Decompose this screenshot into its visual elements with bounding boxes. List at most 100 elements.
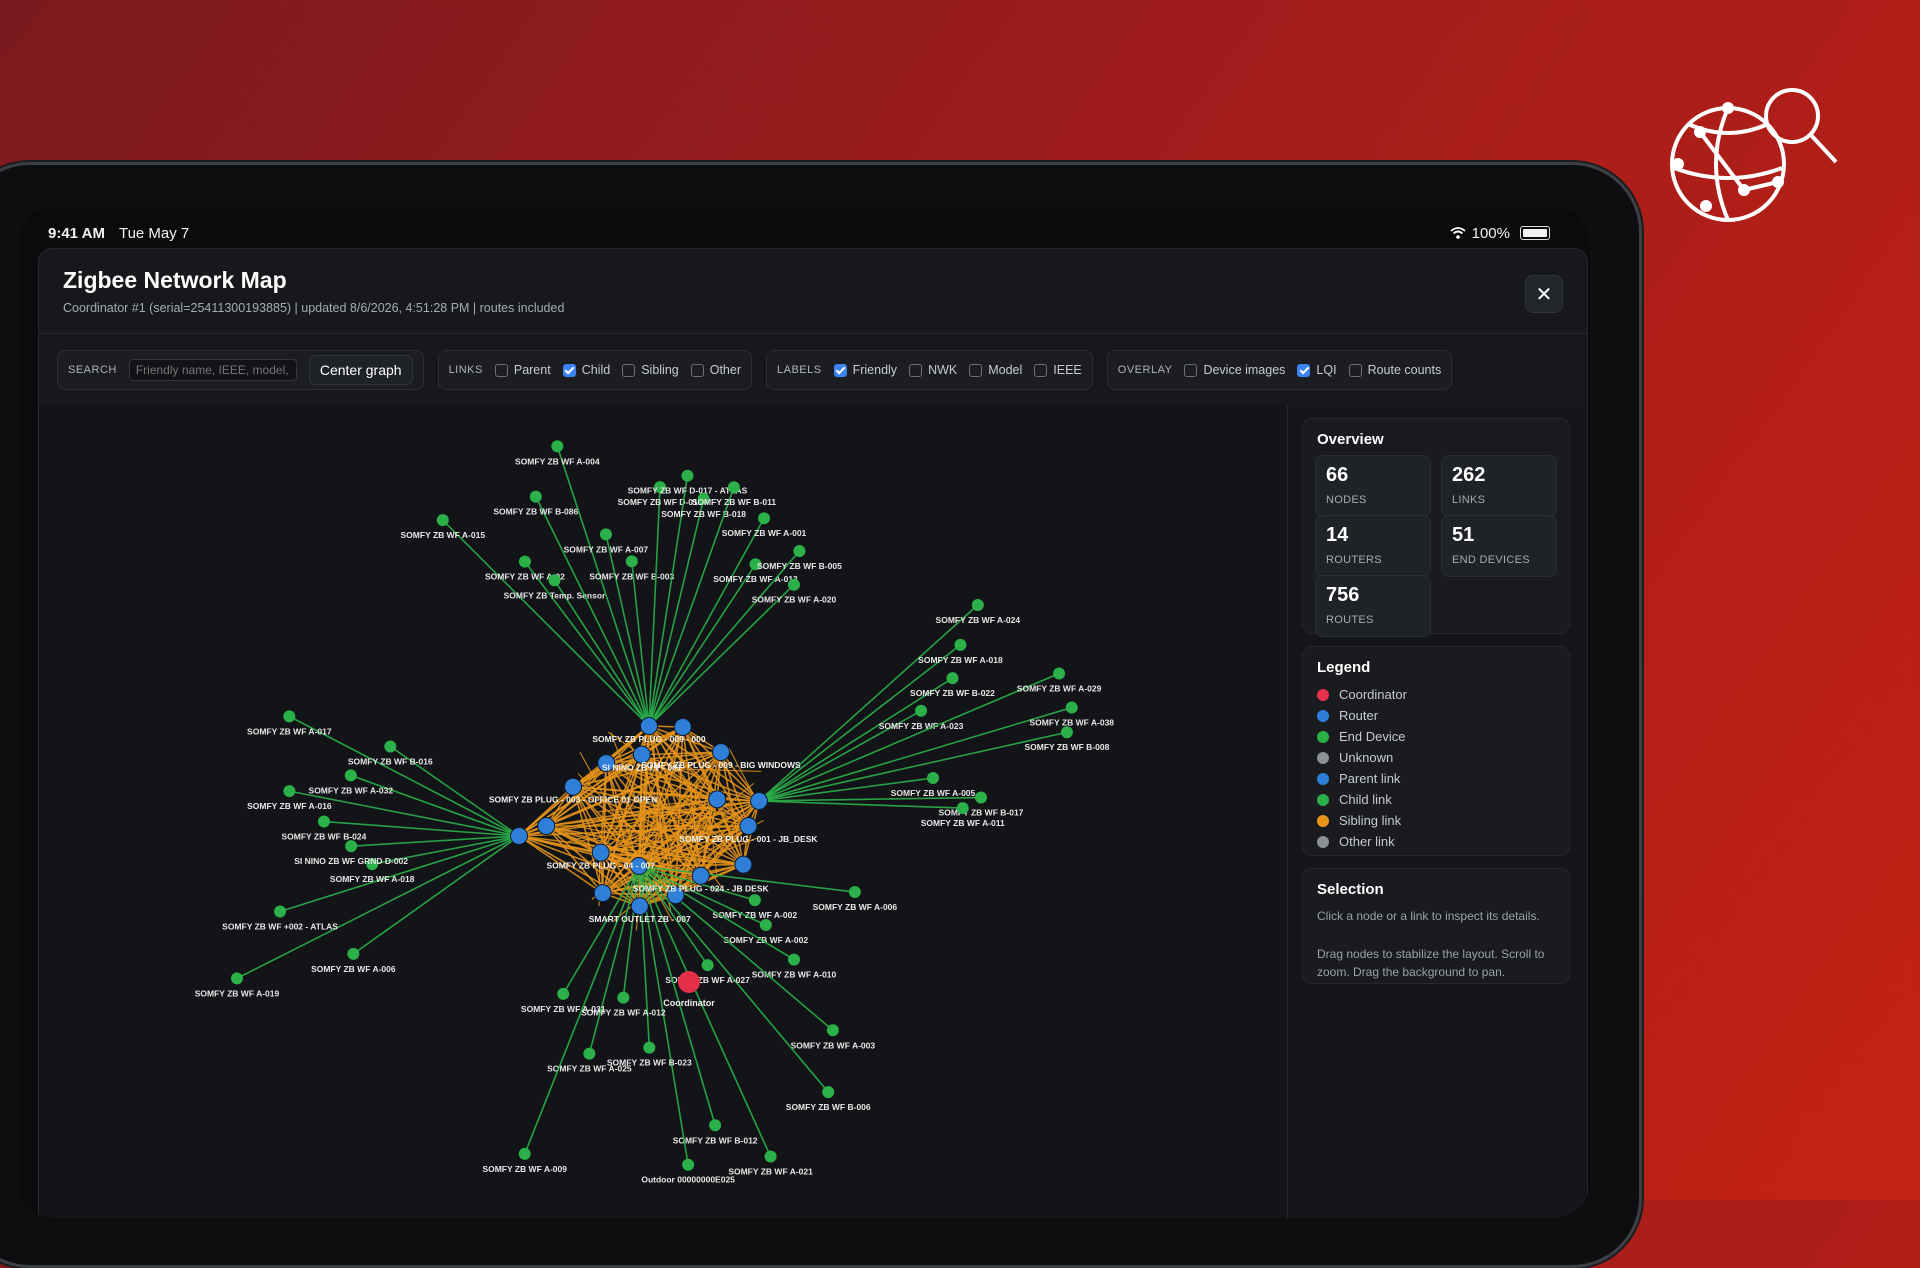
node-label[interactable]: SOMFY ZB WF A-006 [311, 964, 396, 974]
router-node[interactable] [692, 867, 709, 884]
end-device-node[interactable] [1061, 726, 1073, 738]
end-device-node[interactable] [681, 470, 693, 482]
end-device-node[interactable] [975, 792, 987, 804]
node-label[interactable]: SOMFY ZB WF A-011 [921, 818, 1005, 828]
end-device-node[interactable] [384, 740, 396, 752]
end-device-node[interactable] [231, 972, 243, 984]
other-link-checkbox[interactable]: Other [691, 363, 741, 377]
end-device-node[interactable] [682, 1159, 694, 1171]
router-node[interactable] [709, 791, 726, 808]
end-device-node[interactable] [927, 772, 939, 784]
node-label[interactable]: SOMFY ZB WF A-015 [401, 530, 486, 540]
end-device-node[interactable] [345, 840, 357, 852]
node-label[interactable]: SOMFY ZB WF A-016 [247, 801, 332, 811]
search-input[interactable] [129, 359, 297, 381]
route-counts-checkbox[interactable]: Route counts [1349, 363, 1442, 377]
coordinator-node[interactable] [678, 971, 700, 993]
end-device-node[interactable] [519, 556, 531, 568]
node-label[interactable]: Outdoor 00000000E025 [641, 1175, 735, 1185]
end-device-node[interactable] [915, 705, 927, 717]
node-label[interactable]: SOMFY ZB WF B-024 [282, 832, 367, 842]
end-device-node[interactable] [788, 954, 800, 966]
end-device-node[interactable] [519, 1148, 531, 1160]
node-label[interactable]: SOMFY ZB WF A-023 [879, 721, 964, 731]
node-label[interactable]: SOMFY ZB WF A-006 [813, 902, 898, 912]
node-label[interactable]: SOMFY ZB WF B-018 [661, 509, 746, 519]
node-label[interactable]: SOMFY ZB WF A-010 [752, 970, 837, 980]
end-device-node[interactable] [709, 1119, 721, 1131]
router-node[interactable] [641, 718, 658, 735]
model-label-checkbox[interactable]: Model [969, 363, 1022, 377]
end-device-node[interactable] [827, 1024, 839, 1036]
node-label[interactable]: SOMFY ZB WF B-086 [493, 507, 578, 517]
end-device-node[interactable] [274, 905, 286, 917]
node-label[interactable]: SOMFY ZB WF A-009 [482, 1164, 567, 1174]
end-device-node[interactable] [437, 514, 449, 526]
node-label[interactable]: SOMFY ZB WF A-020 [752, 595, 837, 605]
network-graph[interactable]: SOMFY ZB WF A-015SOMFY ZB WF A-02SOMFY Z… [39, 406, 1287, 1218]
end-device-node[interactable] [548, 574, 560, 586]
node-label[interactable]: SOMFY ZB WF B-016 [348, 756, 433, 766]
parent-link-checkbox[interactable]: Parent [495, 363, 551, 377]
node-label[interactable]: SOMFY ZB WF D-013 [618, 497, 703, 507]
router-node[interactable] [594, 885, 611, 902]
node-label[interactable]: SOMFY ZB WF A-005 [891, 788, 976, 798]
router-node[interactable] [565, 778, 582, 795]
end-device-node[interactable] [551, 440, 563, 452]
end-device-node[interactable] [749, 894, 761, 906]
end-device-node[interactable] [765, 1151, 777, 1163]
end-device-node[interactable] [1053, 668, 1065, 680]
node-label[interactable]: SOMFY ZB WF A-001 [722, 528, 807, 538]
end-device-node[interactable] [530, 491, 542, 503]
node-label[interactable]: SOMFY ZB WF A-018 [330, 874, 415, 884]
node-label[interactable]: SOMFY ZB WF A-024 [936, 615, 1021, 625]
node-label[interactable]: SOMFY ZB WF B-017 [939, 808, 1024, 818]
node-label[interactable]: SOMFY ZB WF B-006 [786, 1102, 871, 1112]
node-label[interactable]: SOMFY ZB WF A-017 [247, 726, 332, 736]
node-label[interactable]: SOMFY ZB WF B-008 [1024, 742, 1109, 752]
end-device-node[interactable] [822, 1086, 834, 1098]
node-label[interactable]: SOMFY ZB WF +002 - ATLAS [222, 921, 338, 931]
node-label[interactable]: SOMFY ZB WF B-003 [589, 571, 674, 581]
end-device-node[interactable] [583, 1048, 595, 1060]
close-button[interactable]: ✕ [1525, 275, 1563, 313]
end-device-node[interactable] [345, 769, 357, 781]
end-device-node[interactable] [760, 919, 772, 931]
network-graph-canvas[interactable]: SOMFY ZB WF A-015SOMFY ZB WF A-02SOMFY Z… [39, 406, 1287, 1218]
node-label[interactable]: SI NINO ZB WF GRND D-002 [294, 856, 408, 866]
end-device-node[interactable] [972, 599, 984, 611]
end-device-node[interactable] [626, 555, 638, 567]
end-device-node[interactable] [702, 959, 714, 971]
node-label[interactable]: SOMFY ZB WF B-005 [757, 561, 842, 571]
device-images-checkbox[interactable]: Device images [1184, 363, 1285, 377]
end-device-node[interactable] [617, 992, 629, 1004]
sibling-link-checkbox[interactable]: Sibling [622, 363, 679, 377]
node-label[interactable]: SOMFY ZB WF A-027 [665, 975, 750, 985]
end-device-node[interactable] [318, 816, 330, 828]
end-device-node[interactable] [347, 948, 359, 960]
router-node[interactable] [631, 898, 648, 915]
nwk-label-checkbox[interactable]: NWK [909, 363, 957, 377]
node-label[interactable]: SOMFY ZB WF A-018 [918, 655, 1003, 665]
end-device-node[interactable] [946, 672, 958, 684]
child-link-checkbox[interactable]: Child [563, 363, 611, 377]
end-device-node[interactable] [283, 710, 295, 722]
router-node[interactable] [511, 828, 528, 845]
end-device-node[interactable] [283, 785, 295, 797]
end-device-node[interactable] [643, 1042, 655, 1054]
node-label[interactable]: SOMFY ZB WF B-011 [692, 497, 777, 507]
node-label[interactable]: SOMFY ZB Temp. Sensor [504, 590, 606, 600]
router-node[interactable] [740, 818, 757, 835]
end-device-node[interactable] [957, 802, 969, 814]
node-label[interactable]: SOMFY ZB WF A-004 [515, 456, 600, 466]
node-label[interactable]: SOMFY ZB WF A-031 [521, 1004, 606, 1014]
end-device-node[interactable] [728, 481, 740, 493]
end-device-node[interactable] [788, 579, 800, 591]
node-label[interactable]: SOMFY ZB WF A-032 [309, 785, 394, 795]
router-node[interactable] [592, 844, 609, 861]
end-device-node[interactable] [849, 886, 861, 898]
node-label[interactable]: SOMFY ZB WF B-022 [910, 688, 995, 698]
node-label[interactable]: SOMFY ZB WF A-003 [791, 1040, 876, 1050]
node-label[interactable]: SOMFY ZB WF A-038 [1029, 718, 1114, 728]
end-device-node[interactable] [600, 528, 612, 540]
